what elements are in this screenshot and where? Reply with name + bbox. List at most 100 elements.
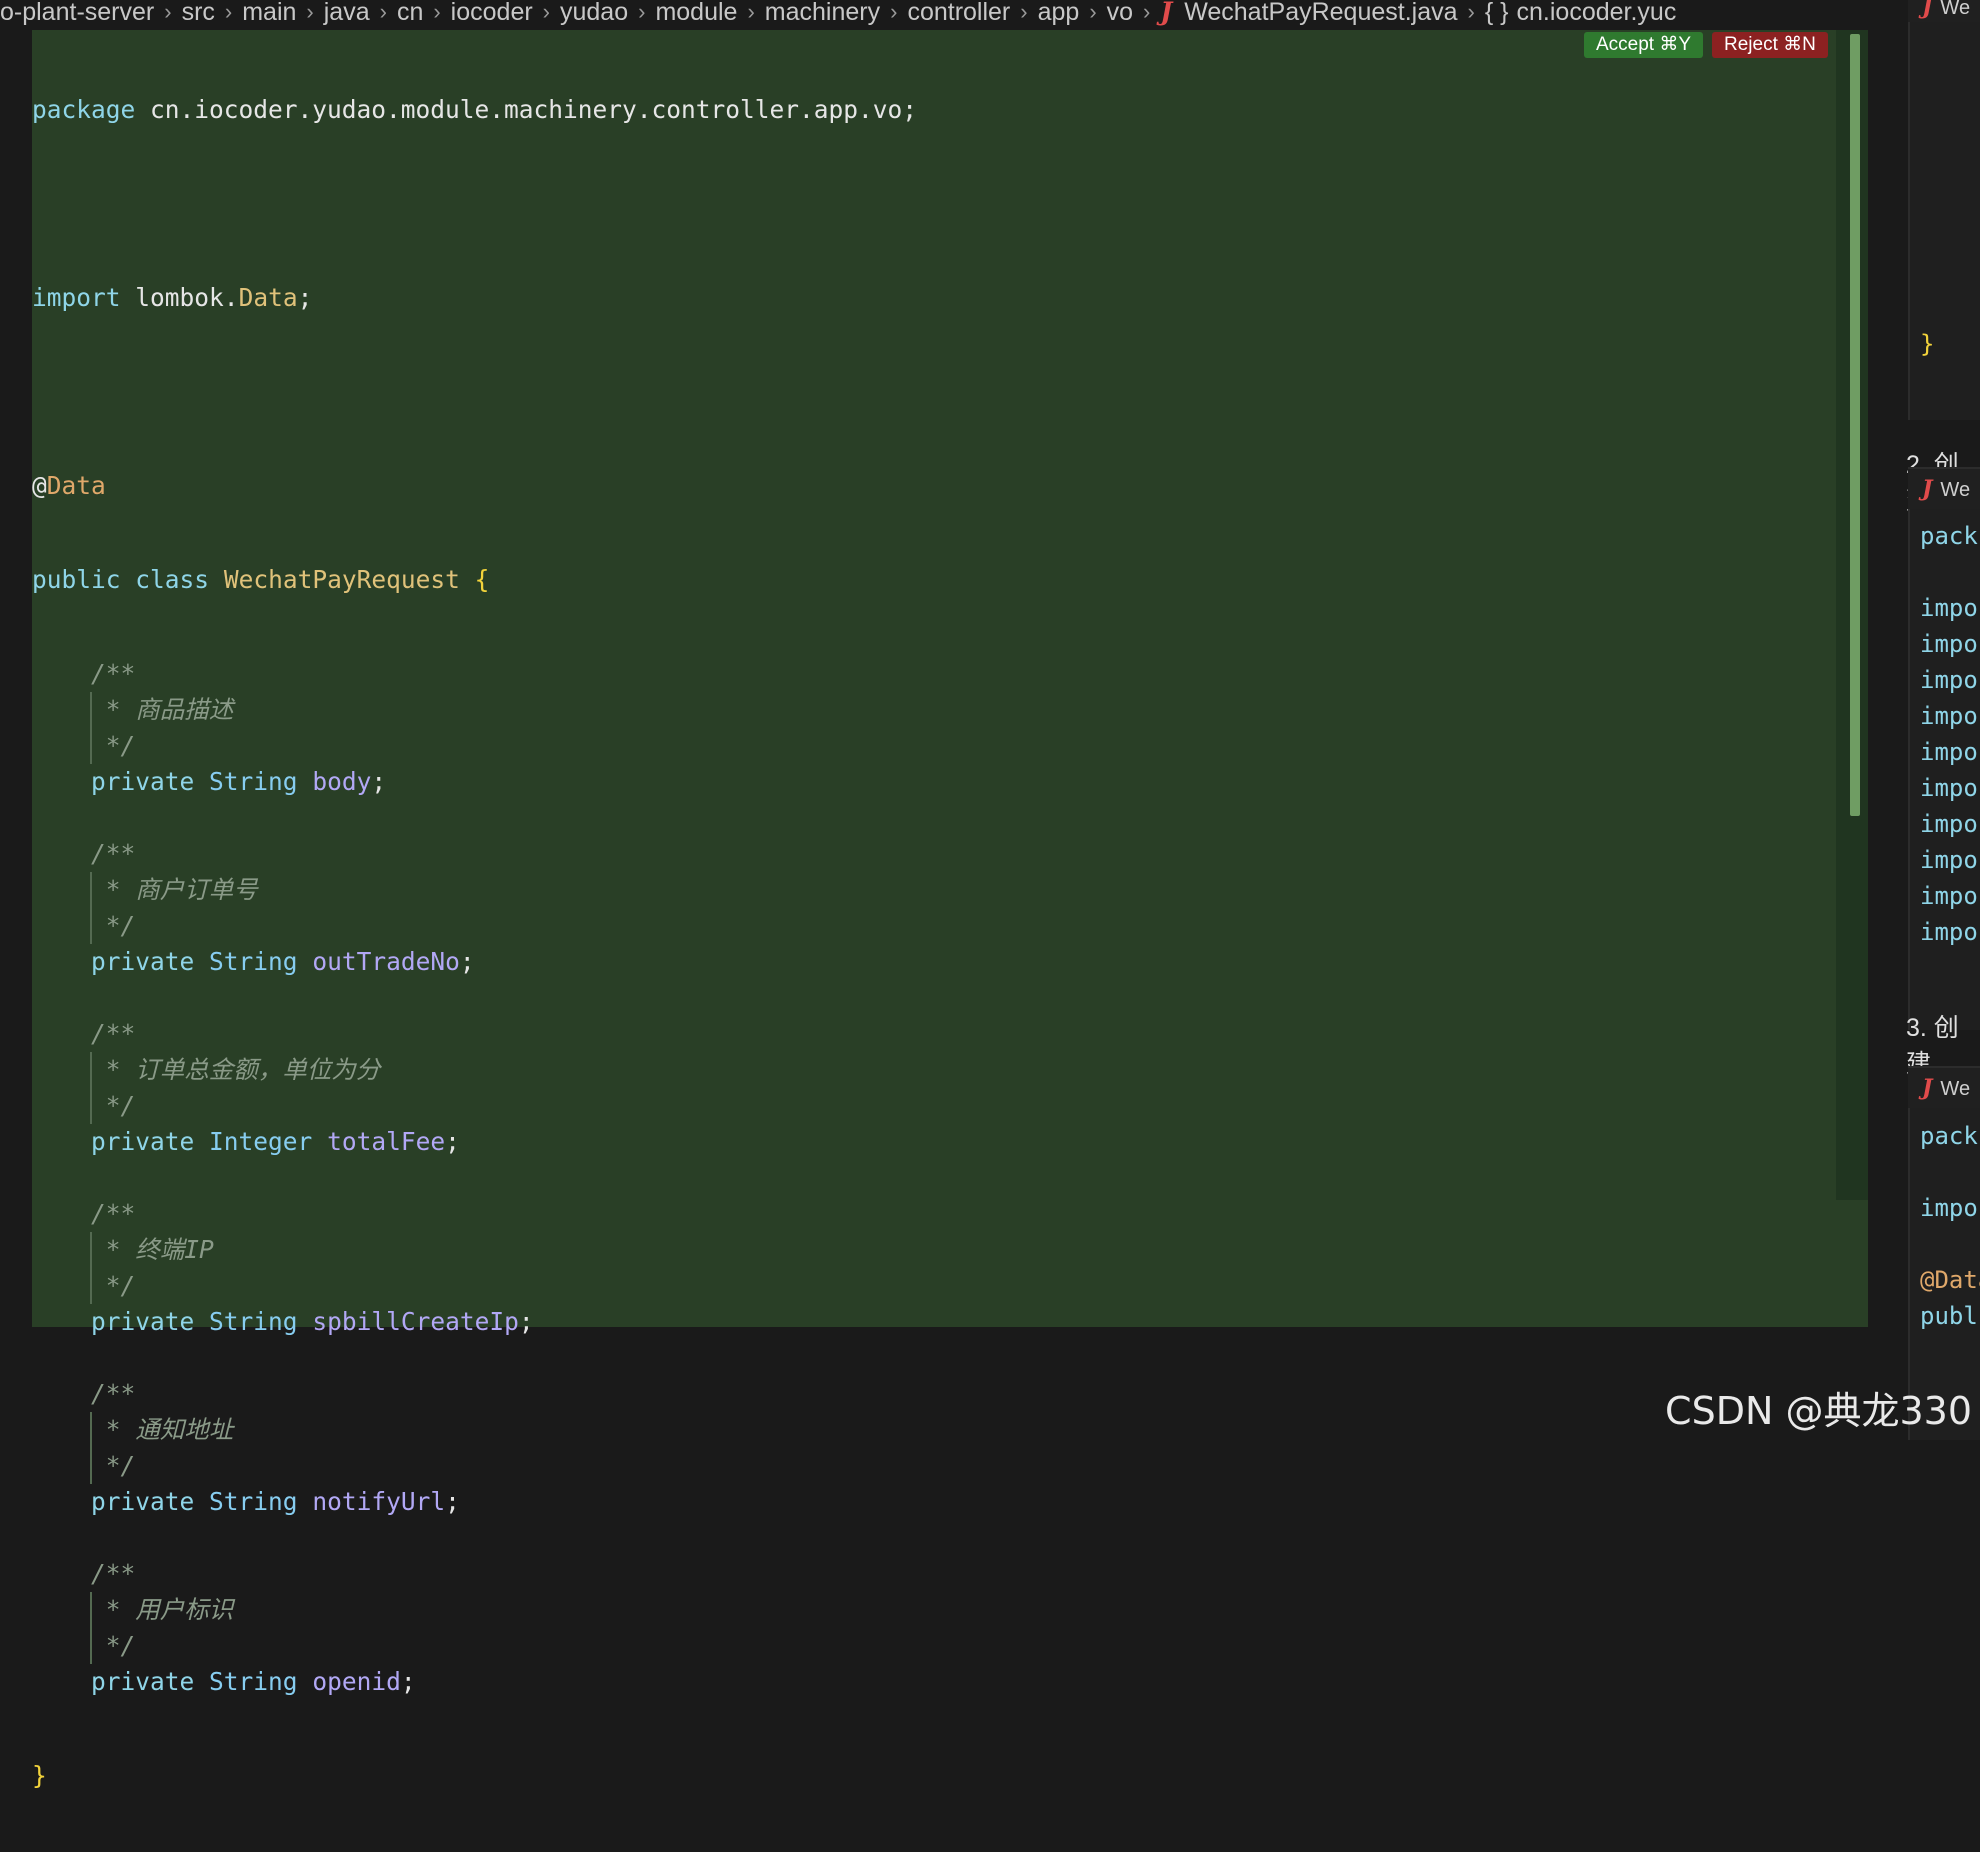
chevron-right-icon: › (1467, 0, 1475, 24)
preview-import-line: impo (1920, 846, 1978, 874)
field-name: body (312, 767, 372, 796)
preview-import-line: impo (1920, 918, 1978, 946)
field-name: spbillCreateIp (312, 1307, 519, 1336)
field-declaration: private String body; (91, 767, 387, 796)
chevron-right-icon: › (747, 0, 755, 24)
field-name: openid (312, 1667, 401, 1696)
chevron-right-icon: › (379, 0, 387, 24)
breadcrumb-item[interactable]: controller (907, 0, 1010, 25)
doc-comment-text: * 商户订单号 (32, 872, 917, 908)
breadcrumb-item[interactable]: yudao (560, 0, 628, 25)
java-file-icon: J (1922, 1075, 1933, 1101)
package-name: cn.iocoder.yudao.module.machinery.contro… (150, 95, 903, 124)
doc-comment-open: /** (91, 659, 136, 688)
doc-comment-open: /** (91, 839, 136, 868)
preview-import-line: impo (1920, 1194, 1978, 1222)
java-file-icon: J (1160, 0, 1173, 26)
package-keyword: package (32, 95, 136, 124)
chevron-right-icon: › (433, 0, 441, 24)
breadcrumb-file[interactable]: J WechatPayRequest.java (1160, 0, 1458, 26)
doc-comment-text: * 用户标识 (32, 1592, 917, 1628)
watermark: CSDN @典龙330 (1665, 1389, 1972, 1433)
preview-import-line: impo (1920, 738, 1978, 766)
class-close-line: } (32, 1761, 47, 1790)
doc-comment-text: * 终端IP (32, 1232, 917, 1268)
field-name: totalFee (327, 1127, 446, 1156)
import-class: Data (238, 283, 298, 312)
java-file-icon: J (1922, 476, 1933, 502)
fields-block: /** * 商品描述 */ private String body; /** *… (32, 656, 917, 1700)
preview-import-line: impo (1920, 810, 1978, 838)
chevron-right-icon: › (164, 0, 172, 24)
public-keyword: public (32, 565, 121, 594)
preview-code-block-1 (1908, 0, 1980, 420)
field-declaration: private String openid; (91, 1667, 416, 1696)
doc-comment-close: */ (32, 1088, 917, 1124)
preview-annotation-line: @Data (1920, 1266, 1980, 1294)
doc-comment-close: */ (32, 728, 917, 764)
field-declaration: private String outTradeNo; (91, 947, 475, 976)
breadcrumb: o-plant-server › src › main › java › cn › iocoder ›… (0, 0, 1868, 30)
preview-public-line: publ (1920, 1302, 1978, 1330)
breadcrumb-symbol-label: cn.iocoder.yuc (1516, 0, 1677, 26)
breadcrumb-item[interactable]: src (182, 0, 215, 25)
class-keyword: class (135, 565, 210, 594)
import-line: import lombok.Data; (32, 283, 313, 312)
chevron-right-icon: › (224, 0, 233, 24)
preview-package-line: pack (1920, 522, 1978, 550)
breadcrumb-item[interactable]: o-plant-server (0, 0, 154, 25)
package-line: package cn.iocoder.yudao.module.machiner… (32, 95, 918, 124)
annotation-at: @ (32, 471, 47, 500)
import-package: lombok (135, 283, 224, 312)
preview-close-brace: } (1920, 330, 1935, 358)
scrollbar-thumb[interactable] (1850, 34, 1860, 816)
breadcrumb-item[interactable]: cn (397, 0, 423, 25)
doc-comment-open: /** (91, 1559, 136, 1588)
breadcrumb-item[interactable]: vo (1107, 0, 1133, 25)
field-declaration: private String notifyUrl; (91, 1487, 460, 1516)
diff-editor[interactable]: package cn.iocoder.yudao.module.machiner… (32, 30, 1868, 1790)
field-name: notifyUrl (312, 1487, 446, 1516)
chevron-right-icon: › (542, 0, 550, 24)
chevron-right-icon: › (638, 0, 646, 24)
accept-button[interactable]: Accept ⌘Y (1584, 32, 1704, 58)
preview-import-line: impo (1920, 666, 1978, 694)
preview-tab-2[interactable]: J We (1908, 467, 1980, 509)
breadcrumb-item[interactable]: machinery (765, 0, 880, 25)
preview-tab-label: We (1940, 1078, 1971, 1100)
java-file-icon: J (1922, 0, 1933, 20)
preview-tab-1[interactable]: J We (1908, 0, 1980, 22)
doc-comment-close: */ (32, 1268, 917, 1304)
preview-tab-label: We (1940, 0, 1971, 19)
chevron-right-icon: › (1143, 0, 1151, 24)
doc-comment-open: /** (91, 1199, 136, 1228)
field-name: outTradeNo (312, 947, 460, 976)
doc-comment-close: */ (32, 1628, 917, 1664)
class-declaration: public class WechatPayRequest { (32, 565, 490, 594)
preview-tab-label: We (1940, 479, 1971, 501)
doc-comment-text: * 通知地址 (32, 1412, 917, 1448)
preview-import-line: impo (1920, 882, 1978, 910)
breadcrumb-item[interactable]: module (655, 0, 737, 25)
preview-panel: JWe } 2. 创建 JWe pack impoimpoimpoimpoimp… (1868, 0, 1980, 1440)
preview-import-line: impo (1920, 774, 1978, 802)
breadcrumb-item[interactable]: main (242, 0, 296, 25)
preview-import-line: impo (1920, 630, 1978, 658)
class-name: WechatPayRequest (223, 565, 460, 594)
preview-tab-3[interactable]: J We (1908, 1066, 1980, 1108)
doc-comment-close: */ (32, 908, 917, 944)
chevron-right-icon: › (1089, 0, 1097, 24)
breadcrumb-item[interactable]: iocoder (451, 0, 533, 25)
import-keyword: import (32, 283, 121, 312)
doc-comment-open: /** (91, 1379, 136, 1408)
doc-comment-text: * 商品描述 (32, 692, 917, 728)
breadcrumb-item[interactable]: app (1038, 0, 1080, 25)
breadcrumb-file-label: WechatPayRequest.java (1184, 0, 1458, 26)
code-content: package cn.iocoder.yudao.module.machiner… (32, 34, 917, 1852)
preview-import-line: impo (1920, 594, 1978, 622)
chevron-right-icon: › (890, 0, 898, 24)
breadcrumb-symbol[interactable]: { } cn.iocoder.yuc (1484, 0, 1677, 26)
breadcrumb-item[interactable]: java (324, 0, 370, 25)
reject-button[interactable]: Reject ⌘N (1712, 32, 1828, 58)
braces-icon: { } (1484, 0, 1509, 26)
